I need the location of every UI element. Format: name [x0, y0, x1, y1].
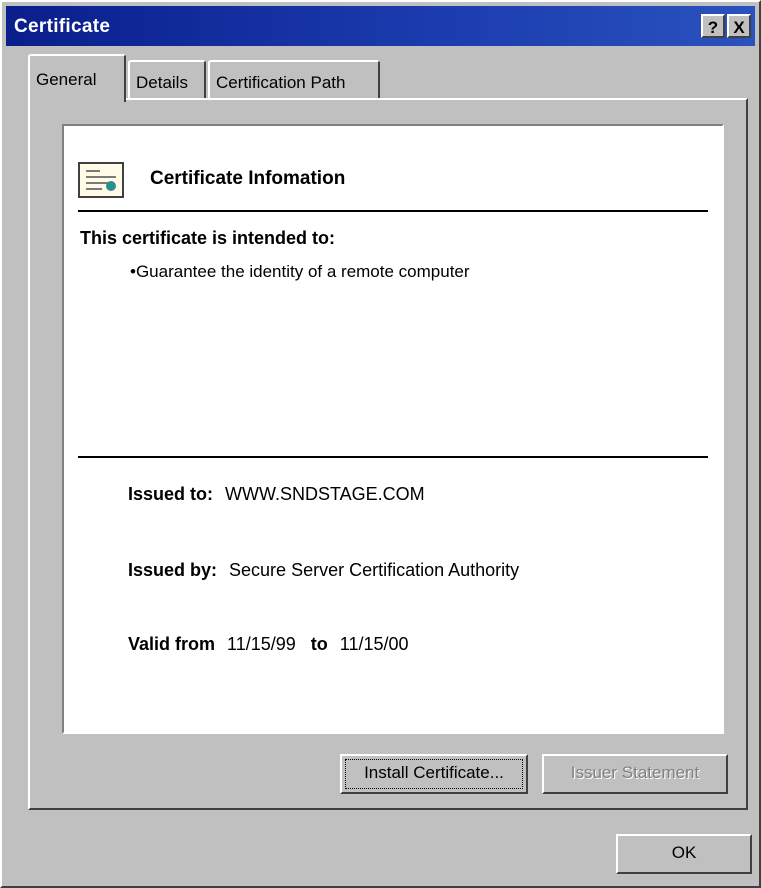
help-icon[interactable]: ?	[701, 14, 725, 38]
title-bar[interactable]: Certificate ? X	[6, 6, 755, 46]
intended-purpose-label: This certificate is intended to:	[80, 228, 336, 248]
issued-by-label: Issued by:	[128, 560, 218, 580]
tab-details[interactable]: Details	[128, 60, 206, 100]
window-title: Certificate	[14, 16, 111, 37]
issued-by-value: Secure Server Certification Authority	[229, 560, 520, 580]
divider	[78, 456, 708, 458]
tab-general[interactable]: General	[28, 54, 126, 102]
valid-to-value: 11/15/00	[339, 634, 409, 654]
certificate-info-box: Certificate Infomation This certificate …	[62, 124, 724, 734]
issuer-statement-button[interactable]: Issuer Statement	[542, 754, 728, 794]
valid-from-label: Valid from	[128, 634, 216, 654]
divider	[78, 210, 708, 212]
tab-certification-path[interactable]: Certification Path	[208, 60, 380, 100]
purpose-item: •Guarantee the identity of a remote comp…	[130, 262, 470, 281]
general-tab-panel: Certificate Infomation This certificate …	[28, 98, 748, 810]
close-icon[interactable]: X	[727, 14, 751, 38]
valid-from-value: 11/15/99	[227, 634, 296, 654]
certificate-icon	[78, 162, 124, 198]
ok-button[interactable]: OK	[616, 834, 752, 874]
install-certificate-button[interactable]: Install Certificate...	[340, 754, 528, 794]
issued-by-row: Issued by: Secure Server Certification Au…	[128, 560, 519, 581]
valid-to-label: to	[310, 634, 328, 654]
certificate-info-heading: Certificate Infomation	[150, 168, 346, 189]
certificate-dialog: Certificate ? X General Details Certific…	[0, 0, 761, 888]
issued-to-row: Issued to: WWW.SNDSTAGE.COM	[128, 484, 425, 505]
issued-to-value: WWW.SNDSTAGE.COM	[225, 484, 425, 504]
issued-to-label: Issued to:	[128, 484, 214, 504]
validity-row: Valid from 11/15/99 to 11/15/00	[128, 634, 409, 655]
